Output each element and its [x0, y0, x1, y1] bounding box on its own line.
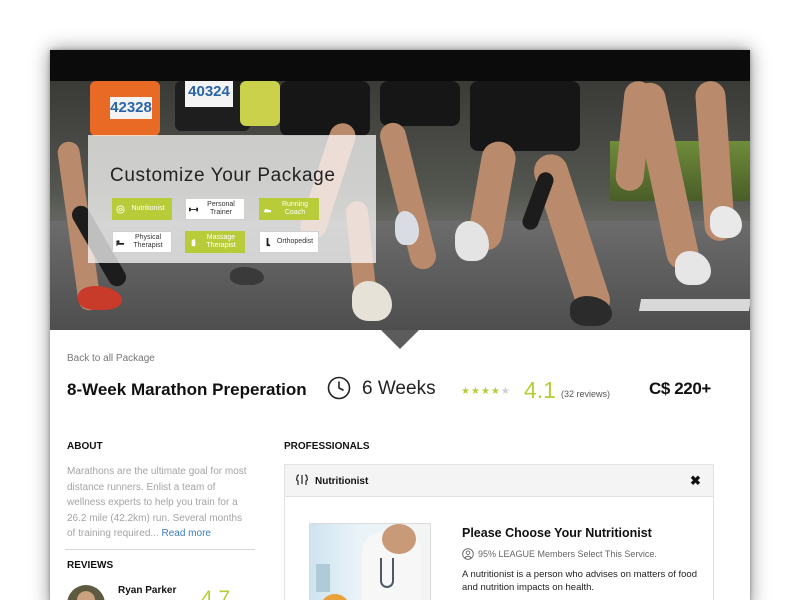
professional-type-label: Nutritionist: [315, 476, 369, 487]
star-rating: ★★★★★: [461, 386, 511, 397]
hero-banner: 42328 40324 Customize Your Package Nutri…: [50, 81, 750, 330]
brain-icon: [116, 204, 125, 214]
top-bar: [50, 50, 750, 81]
package-duration: 6 Weeks: [362, 378, 436, 399]
option-running-coach[interactable]: Running Coach: [259, 198, 319, 220]
reviewer-name: Ryan Parker: [118, 585, 177, 596]
hand-icon: [189, 238, 198, 247]
clock-icon: [327, 376, 351, 400]
brain-icon: [295, 473, 309, 487]
about-body: Marathons are the ultimate goal for most…: [67, 466, 247, 540]
star-filled-icon: ★: [490, 386, 501, 397]
hero-pointer: [381, 330, 419, 349]
professionals-heading: PROFESSIONALS: [284, 441, 370, 452]
reviews-heading: REVIEWS: [67, 560, 114, 571]
professional-panel: Nutritionist ✖ Please Choose Your Nutrit…: [284, 464, 714, 600]
close-icon[interactable]: ✖: [690, 473, 701, 489]
customize-package-panel: Customize Your Package Nutritionist Pers…: [88, 135, 376, 263]
user-circle-icon: [462, 547, 474, 560]
star-empty-icon: ★: [500, 386, 511, 397]
member-stat: 95% LEAGUE Members Select This Service.: [478, 549, 657, 559]
option-orthopedist[interactable]: Orthopedist: [259, 231, 319, 253]
package-title: 8-Week Marathon Preperation: [67, 380, 307, 399]
reviewer-score: 4.7: [201, 587, 231, 600]
star-filled-icon: ★: [470, 386, 481, 397]
race-bib: 42328: [110, 97, 152, 119]
customize-title: Customize Your Package: [110, 165, 336, 186]
reviews-count[interactable]: (32 reviews): [561, 389, 610, 399]
star-filled-icon: ★: [461, 386, 471, 397]
running-shoe-icon: [263, 205, 272, 214]
nutritionist-photo: [309, 523, 431, 600]
package-price: C$ 220+: [649, 379, 711, 398]
back-to-packages-link[interactable]: Back to all Package: [67, 353, 155, 364]
option-nutritionist[interactable]: Nutritionist: [112, 198, 172, 220]
option-massage-therapist[interactable]: Massage Therapist: [185, 231, 245, 253]
star-filled-icon: ★: [480, 386, 491, 397]
bed-icon: [116, 238, 125, 247]
professional-description: A nutritionist is a person who advises o…: [462, 569, 697, 593]
choose-title: Please Choose Your Nutritionist: [462, 526, 652, 540]
about-text: Marathons are the ultimate goal for most…: [67, 464, 247, 542]
leg-icon: [263, 237, 272, 247]
dumbbell-icon: [189, 205, 198, 214]
app-window: 42328 40324 Customize Your Package Nutri…: [50, 50, 750, 600]
read-more-link[interactable]: Read more: [162, 528, 211, 539]
option-personal-trainer[interactable]: Personal Trainer: [185, 198, 245, 220]
section-divider: [65, 549, 255, 550]
about-heading: ABOUT: [67, 441, 103, 452]
option-physical-therapist[interactable]: Physical Therapist: [112, 231, 172, 253]
race-bib: 40324: [185, 81, 233, 107]
professional-panel-header[interactable]: Nutritionist ✖: [285, 465, 713, 497]
rating-score: 4.1: [524, 377, 556, 403]
avatar: [67, 585, 105, 600]
